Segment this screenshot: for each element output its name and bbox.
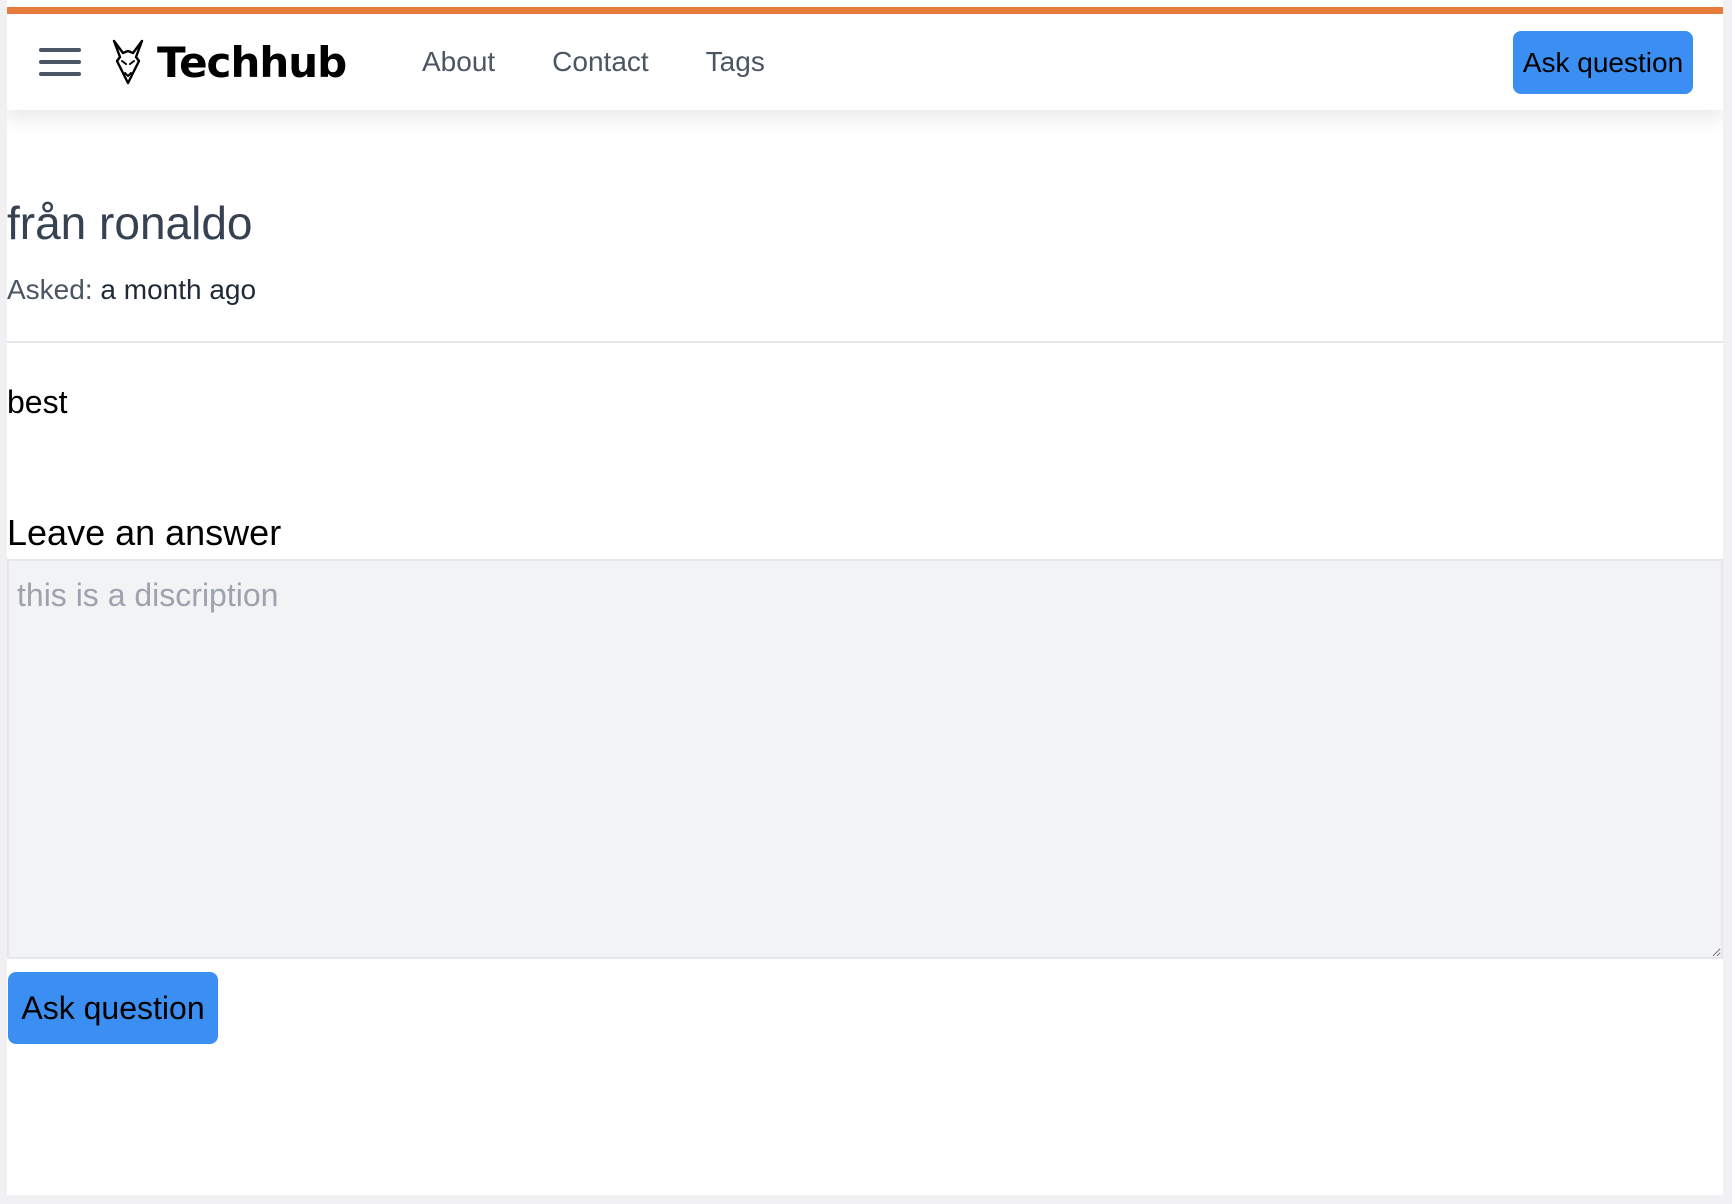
submit-answer-button[interactable]: Ask question [8, 972, 218, 1044]
nav-link-about[interactable]: About [422, 42, 495, 82]
hamburger-menu-icon[interactable] [39, 46, 81, 78]
header-ask-question-button[interactable]: Ask question [1513, 31, 1693, 94]
top-accent-bar [7, 7, 1723, 14]
nav-links: About Contact Tags [422, 42, 822, 82]
navbar: Techhub About Contact Tags Ask question [7, 14, 1723, 110]
question-body: best [7, 384, 68, 420]
brand-logo[interactable]: Techhub [109, 36, 347, 88]
fox-head-icon [112, 39, 144, 85]
asked-label: Asked: [7, 274, 93, 305]
page: Techhub About Contact Tags Ask question … [7, 0, 1723, 1195]
question-meta: Asked: a month ago [7, 270, 256, 310]
answer-heading: Leave an answer [7, 512, 282, 553]
nav-link-contact[interactable]: Contact [552, 42, 649, 82]
nav-link-tags[interactable]: Tags [706, 42, 765, 82]
asked-value: a month ago [100, 274, 257, 305]
brand-name: Techhub [157, 37, 347, 87]
divider [7, 341, 1723, 343]
question-title: från ronaldo [7, 197, 253, 249]
answer-textarea[interactable] [7, 559, 1723, 959]
